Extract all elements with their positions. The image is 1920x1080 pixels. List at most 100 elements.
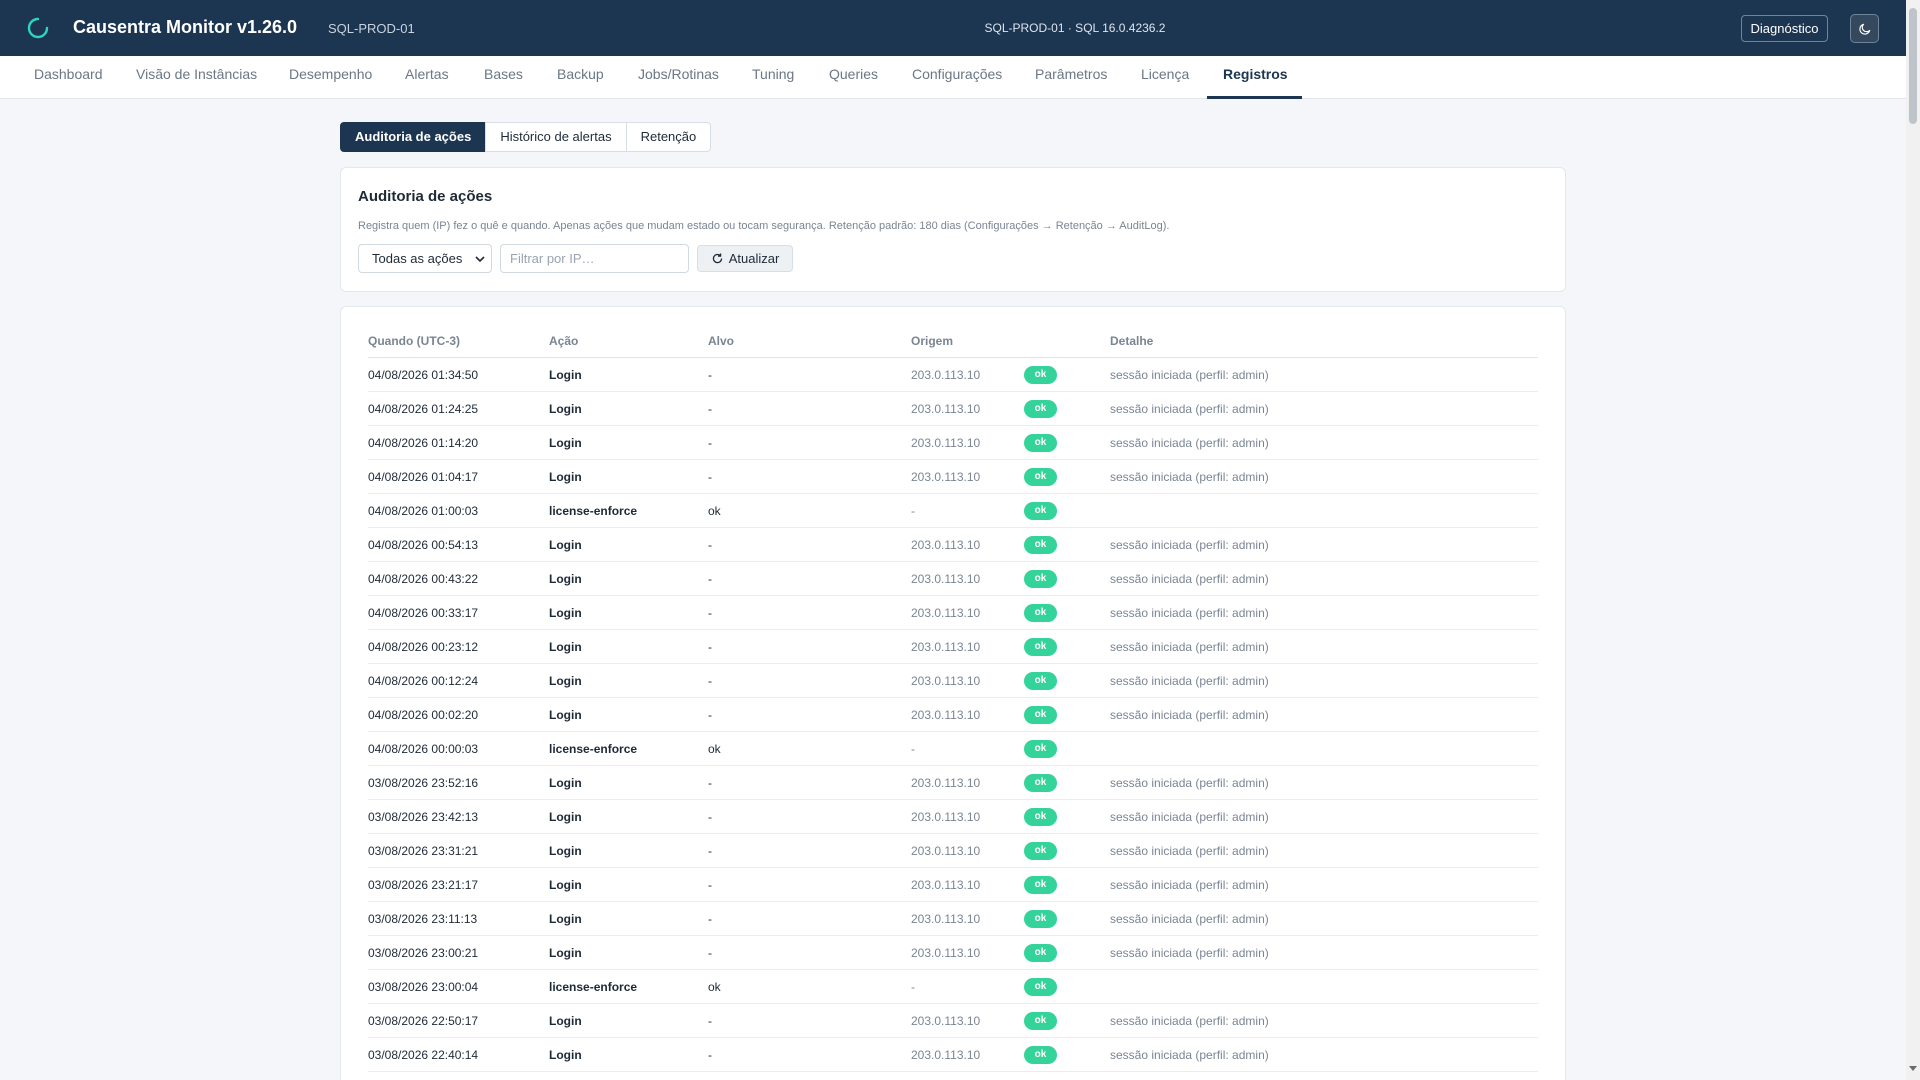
moon-icon	[1858, 23, 1870, 35]
status-badge: ok	[1024, 638, 1057, 656]
subtab-retention[interactable]: Retenção	[625, 122, 712, 152]
status-badge: ok	[1024, 774, 1057, 792]
origin-cell: -	[911, 504, 915, 518]
tab-databases[interactable]: Bases	[484, 56, 523, 99]
table-row[interactable]: 04/08/2026 00:02:20 Login - 203.0.113.10 ok s…	[368, 698, 1538, 732]
status-badge: ok	[1024, 740, 1057, 758]
action-cell: Login	[549, 912, 582, 926]
table-row[interactable]: 04/08/2026 00:54:13 Login - 203.0.113.10 ok s…	[368, 528, 1538, 562]
table-row[interactable]: 04/08/2026 00:43:22 Login - 203.0.113.10 ok s…	[368, 562, 1538, 596]
table-row[interactable]: 03/08/2026 22:50:17 Login - 203.0.113.10 ok s…	[368, 1004, 1538, 1038]
tab-settings[interactable]: Configurações	[912, 56, 1002, 99]
table-row[interactable]: 03/08/2026 23:11:13 Login - 203.0.113.10 ok s…	[368, 902, 1538, 936]
detail-cell: sessão iniciada (perfil: admin)	[1110, 606, 1269, 620]
when-cell: 03/08/2026 23:52:16	[368, 776, 479, 790]
when-cell: 04/08/2026 01:00:03	[368, 504, 479, 518]
server-version-info: SQL-PROD-01 · SQL 16.0.4236.2	[984, 21, 1166, 35]
when-cell: 04/08/2026 00:54:13	[368, 538, 479, 552]
when-cell: 04/08/2026 00:12:24	[368, 674, 479, 688]
subtab-audit[interactable]: Auditoria de ações	[340, 122, 487, 152]
target-cell: ok	[708, 742, 721, 756]
tab-dashboard[interactable]: Dashboard	[34, 56, 103, 99]
ip-filter-input[interactable]	[500, 244, 689, 273]
diagnostics-button[interactable]: Diagnóstico	[1741, 15, 1828, 42]
table-row[interactable]: 03/08/2026 23:42:13 Login - 203.0.113.10 ok s…	[368, 800, 1538, 834]
action-filter-select[interactable]: Todas as ações	[358, 244, 492, 273]
tab-alerts[interactable]: Alertas	[405, 56, 449, 99]
when-cell: 03/08/2026 22:50:17	[368, 1014, 479, 1028]
when-cell: 03/08/2026 23:11:13	[368, 912, 478, 926]
detail-cell: sessão iniciada (perfil: admin)	[1110, 402, 1269, 416]
active-tab-indicator	[1207, 96, 1302, 99]
tab-parameters[interactable]: Parâmetros	[1035, 56, 1107, 99]
column-header-when[interactable]: Quando (UTC-3)	[368, 334, 460, 348]
table-row[interactable]: 04/08/2026 00:00:03 license-enforce ok - ok	[368, 732, 1538, 766]
column-header-detail[interactable]: Detalhe	[1110, 334, 1153, 348]
card-title: Auditoria de ações	[358, 188, 493, 205]
origin-cell: -	[911, 742, 915, 756]
scrollbar-thumb[interactable]	[1909, 8, 1917, 124]
action-cell: Login	[549, 776, 582, 790]
scroll-down-arrow-icon[interactable]	[1909, 1066, 1917, 1071]
target-cell: -	[708, 606, 712, 620]
target-cell: -	[708, 708, 712, 722]
table-row[interactable]: 04/08/2026 00:12:24 Login - 203.0.113.10 ok s…	[368, 664, 1538, 698]
theme-toggle-button[interactable]	[1850, 14, 1879, 43]
table-row[interactable]: 04/08/2026 01:14:20 Login - 203.0.113.10 ok s…	[368, 426, 1538, 460]
column-header-action[interactable]: Ação	[549, 334, 578, 348]
action-cell: Login	[549, 708, 582, 722]
status-badge: ok	[1024, 1046, 1057, 1064]
column-header-target[interactable]: Alvo	[708, 334, 734, 348]
origin-cell: 203.0.113.10	[911, 606, 981, 620]
status-badge: ok	[1024, 502, 1057, 520]
when-cell: 04/08/2026 00:43:22	[368, 572, 479, 586]
tab-queries[interactable]: Queries	[829, 56, 878, 99]
detail-cell: sessão iniciada (perfil: admin)	[1110, 708, 1269, 722]
target-cell: -	[708, 946, 712, 960]
tab-instances[interactable]: Visão de Instâncias	[136, 56, 257, 99]
tab-backup[interactable]: Backup	[557, 56, 604, 99]
detail-cell: sessão iniciada (perfil: admin)	[1110, 538, 1269, 552]
tab-license[interactable]: Licença	[1141, 56, 1189, 99]
table-row[interactable]: 04/08/2026 01:00:03 license-enforce ok - ok	[368, 494, 1538, 528]
target-cell: -	[708, 878, 712, 892]
when-cell: 03/08/2026 23:42:13	[368, 810, 479, 824]
main-nav: Dashboard Visão de Instâncias Desempenho…	[0, 56, 1906, 99]
action-cell: Login	[549, 674, 582, 688]
table-row[interactable]: 03/08/2026 23:31:21 Login - 203.0.113.10 ok s…	[368, 834, 1538, 868]
action-cell: Login	[549, 402, 582, 416]
table-row[interactable]: 04/08/2026 00:33:17 Login - 203.0.113.10 ok s…	[368, 596, 1538, 630]
refresh-button[interactable]: Atualizar	[697, 245, 793, 272]
tab-performance[interactable]: Desempenho	[289, 56, 372, 99]
table-row[interactable]: 04/08/2026 01:34:50 Login - 203.0.113.10 ok s…	[368, 358, 1538, 392]
detail-cell: sessão iniciada (perfil: admin)	[1110, 810, 1269, 824]
target-cell: -	[708, 538, 712, 552]
table-row[interactable]: 03/08/2026 23:00:04 license-enforce ok - ok	[368, 970, 1538, 1004]
column-header-origin[interactable]: Origem	[911, 334, 953, 348]
target-cell: -	[708, 572, 712, 586]
origin-cell: 203.0.113.10	[911, 844, 981, 858]
status-badge: ok	[1024, 706, 1057, 724]
table-row[interactable]: 04/08/2026 01:04:17 Login - 203.0.113.10 ok s…	[368, 460, 1538, 494]
target-cell: -	[708, 402, 712, 416]
table-row[interactable]: 04/08/2026 00:23:12 Login - 203.0.113.10 ok s…	[368, 630, 1538, 664]
table-row[interactable]: 03/08/2026 23:52:16 Login - 203.0.113.10 ok s…	[368, 766, 1538, 800]
status-badge: ok	[1024, 468, 1057, 486]
when-cell: 04/08/2026 01:04:17	[368, 470, 479, 484]
table-row[interactable]: 03/08/2026 23:00:21 Login - 203.0.113.10 ok s…	[368, 936, 1538, 970]
origin-cell: -	[911, 980, 915, 994]
when-cell: 04/08/2026 00:02:20	[368, 708, 479, 722]
detail-cell: sessão iniciada (perfil: admin)	[1110, 674, 1269, 688]
subtab-alert-history[interactable]: Histórico de alertas	[485, 122, 627, 152]
target-cell: -	[708, 470, 712, 484]
tab-tuning[interactable]: Tuning	[752, 56, 794, 99]
audit-filter-card: Auditoria de ações Registra quem (IP) fe…	[340, 167, 1566, 292]
tab-registros[interactable]: Registros	[1223, 56, 1288, 99]
page-scrollbar[interactable]	[1906, 0, 1920, 1080]
origin-cell: 203.0.113.10	[911, 572, 981, 586]
status-badge: ok	[1024, 434, 1057, 452]
tab-jobs[interactable]: Jobs/Rotinas	[638, 56, 719, 99]
table-row[interactable]: 04/08/2026 01:24:25 Login - 203.0.113.10 ok s…	[368, 392, 1538, 426]
table-row[interactable]: 03/08/2026 22:40:14 Login - 203.0.113.10 ok s…	[368, 1038, 1538, 1072]
table-row[interactable]: 03/08/2026 23:21:17 Login - 203.0.113.10 ok s…	[368, 868, 1538, 902]
